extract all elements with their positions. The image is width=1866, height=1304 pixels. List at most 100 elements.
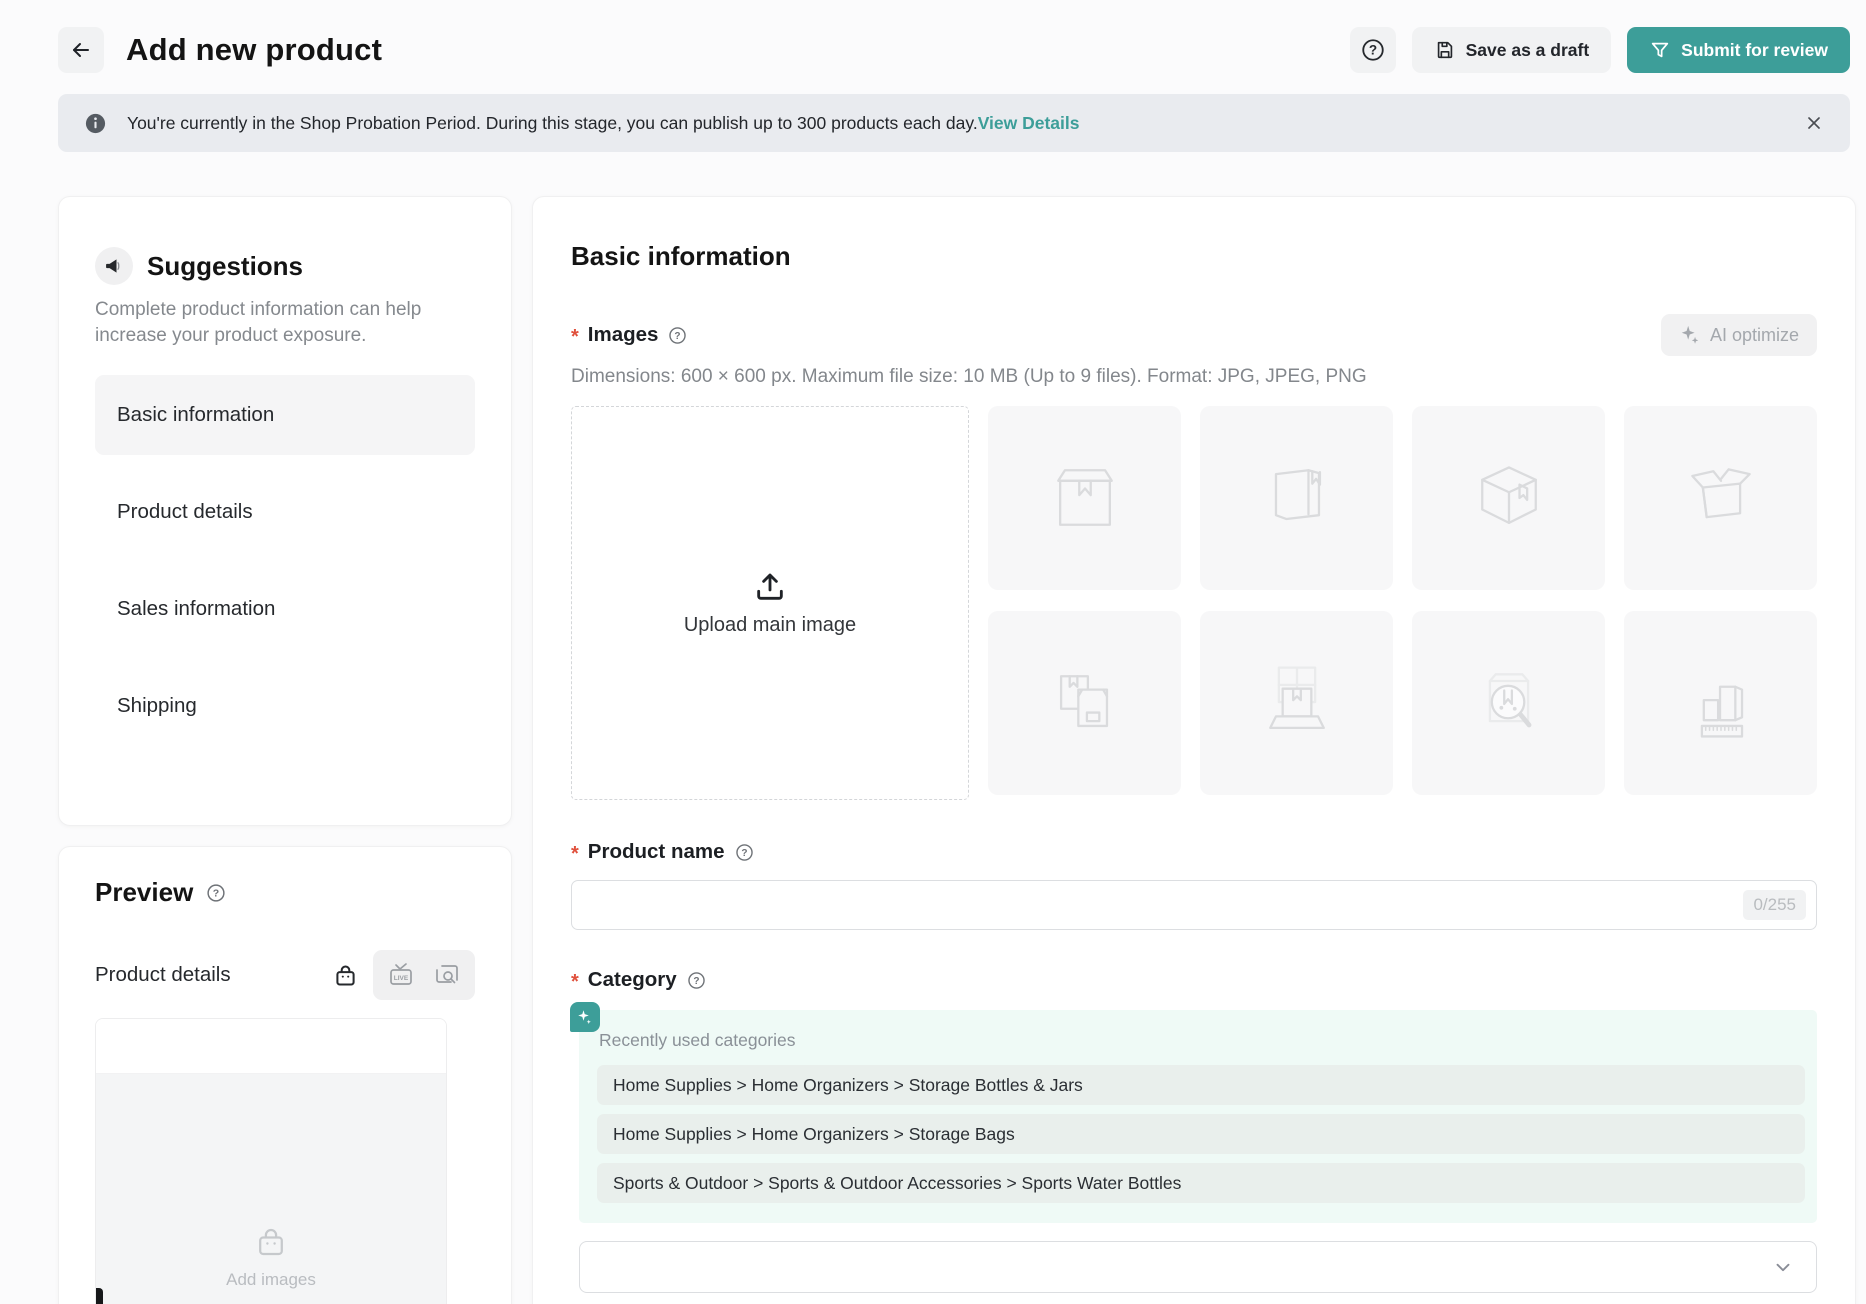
nav-item-label: Basic information (117, 403, 274, 427)
upload-main-image-label: Upload main image (684, 614, 856, 637)
ai-sparkle-badge[interactable] (570, 1002, 600, 1032)
close-icon (1804, 113, 1824, 133)
product-name-label: Product name (588, 840, 725, 864)
recent-categories-list: Home Supplies > Home Organizers > Storag… (597, 1065, 1805, 1203)
product-name-input-wrap: 0/255 (571, 880, 1817, 930)
ai-optimize-label: AI optimize (1710, 325, 1799, 346)
preview-subtitle: Product details (95, 963, 231, 987)
banner-close-button[interactable] (1804, 113, 1824, 133)
recent-category-item[interactable]: Home Supplies > Home Organizers > Storag… (597, 1114, 1805, 1154)
question-circle-icon[interactable]: ? (205, 882, 227, 904)
box-display-icon (1254, 660, 1340, 746)
recent-categories-panel: Recently used categories Home Supplies >… (579, 1010, 1817, 1223)
image-placeholder-tile (1624, 406, 1817, 590)
images-label-row: * Images ? (571, 323, 688, 347)
view-details-link[interactable]: View Details (978, 113, 1080, 134)
box-front-icon (1042, 455, 1128, 541)
images-label: Images (588, 323, 659, 347)
question-circle-icon[interactable]: ? (734, 842, 755, 863)
chevron-down-icon (1772, 1256, 1794, 1278)
submit-funnel-icon (1649, 39, 1671, 61)
sparkle-icon (1679, 324, 1701, 346)
svg-text:?: ? (1368, 43, 1376, 58)
nav-item-label: Sales information (117, 597, 275, 621)
sidebar-item-sales-information[interactable]: Sales information (95, 569, 475, 649)
product-name-label-row: * Product name ? (571, 840, 1817, 864)
sidebar-item-shipping[interactable]: Shipping (95, 666, 475, 746)
megaphone-icon (95, 247, 133, 285)
back-button[interactable] (58, 27, 104, 73)
page-search-icon[interactable] (433, 961, 461, 989)
submit-for-review-label: Submit for review (1681, 40, 1828, 61)
image-placeholder-tile (1412, 611, 1605, 795)
basic-information-section: Basic information * Images ? AI optimize… (532, 196, 1856, 1304)
image-placeholder-tile (988, 406, 1181, 590)
image-placeholder-tile (1200, 406, 1393, 590)
suggestions-title: Suggestions (147, 251, 303, 282)
image-placeholder-tile (1200, 611, 1393, 795)
page-title: Add new product (126, 32, 382, 68)
preview-header: Preview ? (95, 877, 475, 908)
box-open-icon (1678, 455, 1764, 541)
recent-category-item[interactable]: Sports & Outdoor > Sports & Outdoor Acce… (597, 1163, 1805, 1203)
content-columns: Suggestions Complete product information… (58, 196, 1850, 1304)
required-asterisk: * (571, 971, 579, 994)
save-draft-label: Save as a draft (1466, 40, 1590, 61)
help-button[interactable]: ? (1350, 27, 1396, 73)
shopping-bag-icon (253, 1224, 289, 1260)
preview-pill: LIVE (373, 950, 475, 1000)
live-tv-icon[interactable]: LIVE (387, 961, 415, 989)
svg-text:?: ? (675, 331, 681, 342)
save-draft-icon (1434, 39, 1456, 61)
character-counter: 0/255 (1743, 890, 1806, 920)
recent-categories-title: Recently used categories (599, 1030, 1805, 1051)
product-name-input[interactable] (586, 881, 1743, 929)
category-select-dropdown[interactable] (579, 1241, 1817, 1293)
ai-optimize-button[interactable]: AI optimize (1661, 314, 1817, 356)
category-path: Sports & Outdoor > Sports & Outdoor Acce… (613, 1173, 1181, 1194)
category-field: * Category ? Recently used categories Ho… (571, 968, 1817, 1293)
preview-card: Preview ? Product details LIVE (58, 846, 512, 1304)
sidebar-item-product-details[interactable]: Product details (95, 472, 475, 552)
save-draft-button[interactable]: Save as a draft (1412, 27, 1612, 73)
page-header: Add new product ? Save as a draft Submit… (0, 0, 1866, 74)
phone-scroll-indicator (96, 1288, 103, 1304)
category-label: Category (588, 968, 677, 992)
info-circle-icon (84, 112, 107, 135)
images-upload-row: Upload main image (571, 406, 1817, 800)
question-circle-icon[interactable]: ? (667, 325, 688, 346)
required-asterisk: * (571, 843, 579, 866)
suggestions-header: Suggestions (95, 247, 475, 285)
submit-for-review-button[interactable]: Submit for review (1627, 27, 1850, 73)
box-dimensions-icon (1678, 660, 1764, 746)
suggestions-nav: Basic information Product details Sales … (95, 375, 475, 746)
product-name-field: * Product name ? 0/255 (571, 840, 1817, 930)
image-placeholder-tile (1412, 406, 1605, 590)
image-placeholder-tile (988, 611, 1181, 795)
shopping-bag-icon[interactable] (332, 962, 359, 989)
box-side-icon (1254, 455, 1340, 541)
box-inspect-icon (1466, 660, 1552, 746)
add-images-label: Add images (226, 1270, 316, 1290)
box-isometric-icon (1466, 455, 1552, 541)
phone-top-bar (96, 1019, 446, 1074)
preview-toolbar: Product details LIVE (95, 950, 475, 1000)
product-preview-phone: Add images (95, 1018, 447, 1304)
left-column: Suggestions Complete product information… (58, 196, 512, 1304)
sidebar-item-basic-information[interactable]: Basic information (95, 375, 475, 455)
preview-title: Preview (95, 877, 193, 908)
box-mailer-icon (1042, 660, 1128, 746)
svg-text:?: ? (741, 848, 747, 859)
upload-main-image-dropzone[interactable]: Upload main image (571, 406, 969, 800)
svg-text:LIVE: LIVE (394, 975, 409, 982)
image-placeholder-grid (988, 406, 1817, 800)
svg-text:?: ? (693, 976, 699, 987)
recent-category-item[interactable]: Home Supplies > Home Organizers > Storag… (597, 1065, 1805, 1105)
category-label-row: * Category ? (571, 968, 1817, 992)
question-circle-icon[interactable]: ? (686, 970, 707, 991)
suggestions-card: Suggestions Complete product information… (58, 196, 512, 826)
arrow-left-icon (69, 38, 93, 62)
banner-text: You're currently in the Shop Probation P… (127, 113, 978, 134)
category-path: Home Supplies > Home Organizers > Storag… (613, 1124, 1015, 1145)
svg-text:?: ? (213, 887, 219, 899)
